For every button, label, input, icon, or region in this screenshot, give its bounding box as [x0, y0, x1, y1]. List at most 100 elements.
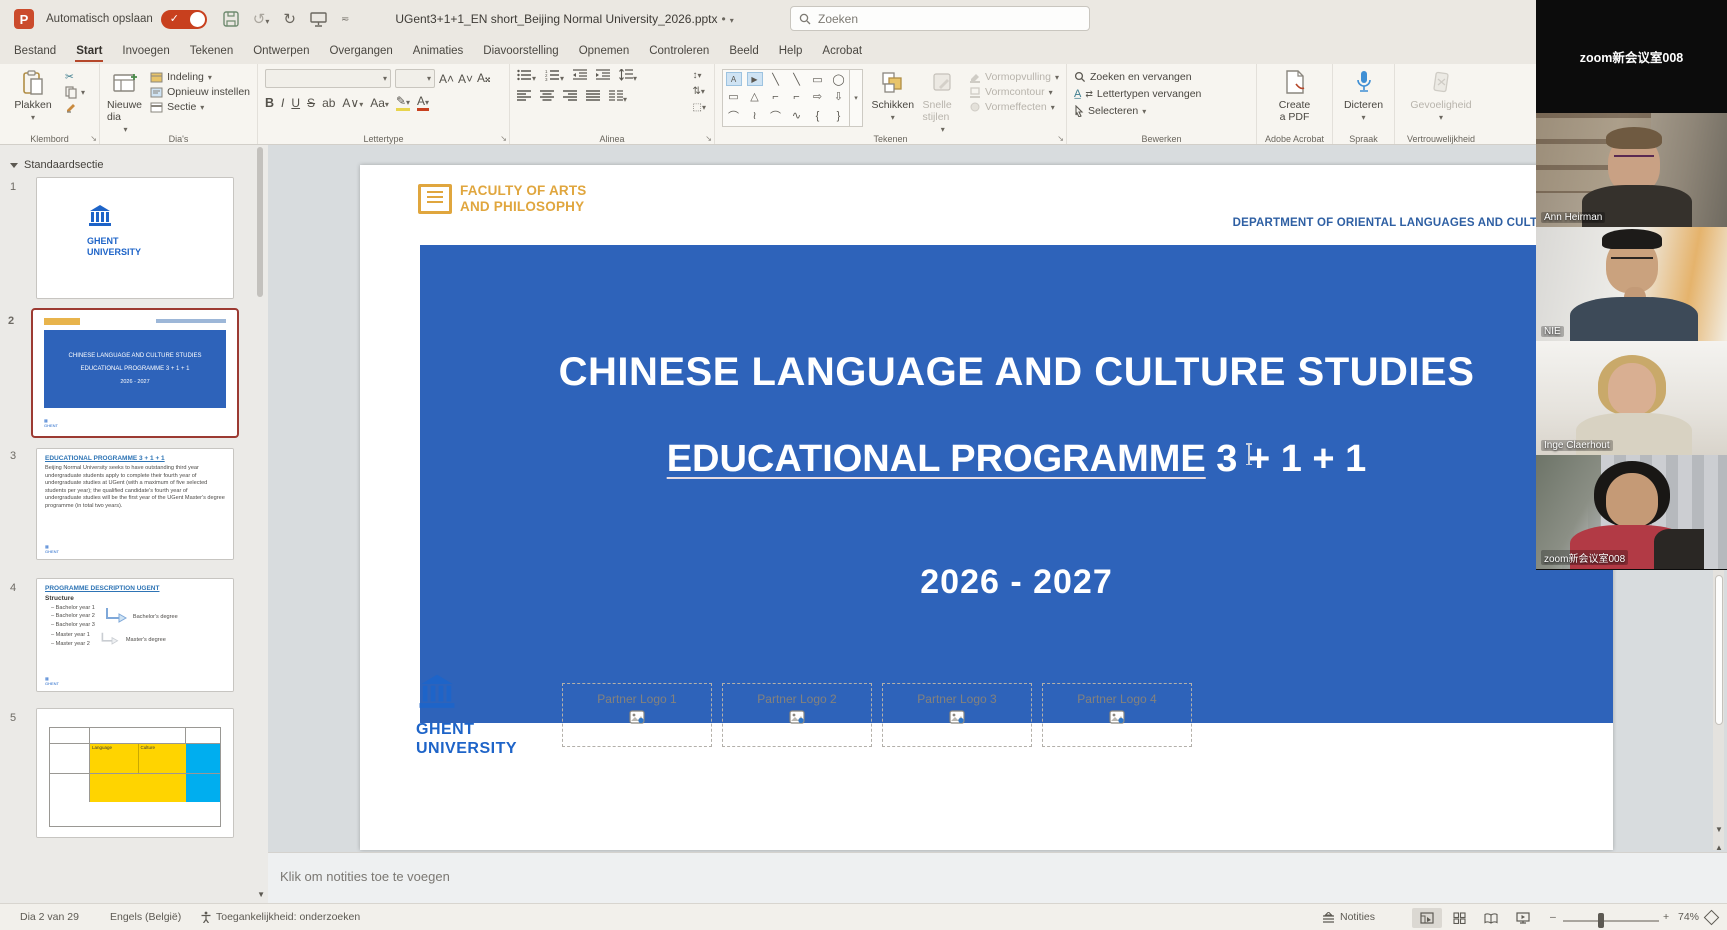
change-case-icon[interactable]: Aa▾ — [370, 96, 389, 110]
highlight-color-icon[interactable]: ✎▾ — [396, 94, 410, 111]
tab-overgangen[interactable]: Overgangen — [319, 40, 402, 62]
tab-start[interactable]: Start — [66, 40, 112, 62]
tekenen-dialog-launcher[interactable]: ↘ — [1057, 134, 1064, 143]
redo-icon[interactable]: ↻ — [283, 10, 296, 28]
replace-fonts-button[interactable]: A̲⇄Lettertypen vervangen — [1074, 88, 1201, 100]
copy-icon[interactable]: ▾ — [65, 86, 85, 99]
tab-acrobat[interactable]: Acrobat — [812, 40, 872, 62]
reading-view-button[interactable] — [1476, 908, 1506, 928]
grow-font-icon[interactable]: A˄ — [439, 72, 454, 86]
zoom-slider-thumb[interactable] — [1598, 913, 1604, 928]
lettertype-dialog-launcher[interactable]: ↘ — [500, 134, 507, 143]
text-direction-icon[interactable]: ↕▾ — [693, 70, 706, 81]
font-size-combo[interactable]: ▾ — [395, 69, 435, 88]
search-input[interactable]: Zoeken — [790, 6, 1090, 31]
participant-tile-room[interactable]: zoom新会议室008 — [1536, 0, 1727, 113]
start-slideshow-icon[interactable] — [310, 12, 327, 27]
tab-beeld[interactable]: Beeld — [719, 40, 768, 62]
font-color-icon[interactable]: A▾ — [417, 94, 429, 111]
select-button[interactable]: Selecteren▾ — [1074, 105, 1201, 117]
increase-indent-icon[interactable] — [596, 69, 610, 84]
slide-thumbnail-1[interactable]: GHENTUNIVERSITY — [36, 177, 234, 299]
slide-thumbnail-5[interactable]: Language Culture — [36, 708, 234, 838]
previous-slide-icon[interactable]: ▲ — [1712, 843, 1726, 852]
slide-thumbnail-2-selected[interactable]: CHINESE LANGUAGE AND CULTURE STUDIES EDU… — [31, 308, 239, 438]
shape-gallery[interactable]: A ▶ ╲╲▭◯ ▭△⌐⌐⇨⇩ ⌒≀⌒∿{} — [722, 69, 850, 127]
slide-canvas[interactable]: FACULTY OF ARTSAND PHILOSOPHY DEPARTMENT… — [360, 165, 1613, 850]
partner-logo-placeholder-1[interactable]: Partner Logo 1 — [562, 683, 712, 747]
sensitivity-button[interactable]: Gevoeligheid▾ — [1406, 69, 1476, 122]
shape-effects-button[interactable]: Vormeffecten▾ — [969, 101, 1059, 113]
normal-view-button[interactable] — [1412, 908, 1442, 928]
partner-logo-placeholder-4[interactable]: Partner Logo 4 — [1042, 683, 1192, 747]
numbering-icon[interactable]: 123▾ — [545, 69, 564, 84]
new-slide-button[interactable]: Nieuwe dia▾ — [107, 69, 144, 134]
zoom-slider[interactable] — [1563, 920, 1659, 922]
shape-outline-button[interactable]: Vormcontour▾ — [969, 86, 1059, 98]
line-spacing-icon[interactable]: ▾ — [619, 69, 637, 84]
tab-invoegen[interactable]: Invoegen — [112, 40, 179, 62]
arrange-button[interactable]: Schikken▾ — [869, 69, 917, 122]
tab-tekenen[interactable]: Tekenen — [180, 40, 243, 62]
language-indicator[interactable]: Engels (België) — [110, 911, 181, 923]
section-header[interactable]: Standaardsectie — [10, 159, 104, 171]
tab-ontwerpen[interactable]: Ontwerpen — [243, 40, 319, 62]
decrease-indent-icon[interactable] — [573, 69, 587, 84]
scrollbar-thumb[interactable] — [1715, 575, 1723, 725]
layout-button[interactable]: Indeling▾ — [150, 71, 250, 83]
underline-button[interactable]: U — [291, 96, 300, 110]
thumbnail-scroll-down-icon[interactable]: ▼ — [257, 890, 265, 899]
section-button[interactable]: Sectie▾ — [150, 101, 250, 113]
qat-more-icon[interactable]: ≂ — [341, 14, 349, 25]
zoom-in-button[interactable]: + — [1663, 911, 1669, 923]
alinea-dialog-launcher[interactable]: ↘ — [705, 134, 712, 143]
tab-opnemen[interactable]: Opnemen — [569, 40, 640, 62]
fit-slide-button[interactable] — [1706, 912, 1717, 926]
thumbnail-scrollbar[interactable] — [257, 147, 263, 297]
slide-sorter-view-button[interactable] — [1444, 908, 1474, 928]
shape-gallery-more[interactable]: ▾ — [850, 69, 863, 127]
shrink-font-icon[interactable]: A˅ — [458, 72, 473, 86]
cut-icon[interactable]: ✂ — [65, 71, 85, 83]
slide-title[interactable]: CHINESE LANGUAGE AND CULTURE STUDIES — [420, 350, 1613, 395]
columns-icon[interactable]: ▾ — [609, 90, 627, 105]
align-right-icon[interactable] — [563, 90, 577, 105]
find-replace-button[interactable]: Zoeken en vervangen — [1074, 71, 1201, 83]
paste-button[interactable]: Plakken▾ — [7, 69, 59, 122]
tab-help[interactable]: Help — [769, 40, 813, 62]
slideshow-view-button[interactable] — [1508, 908, 1538, 928]
save-icon[interactable] — [223, 11, 239, 27]
quick-styles-button[interactable]: Snelle stijlen▾ — [923, 69, 964, 134]
clear-formatting-icon[interactable]: A𝄪 — [477, 71, 490, 86]
notes-toggle-button[interactable]: Notities — [1322, 911, 1375, 923]
tab-animaties[interactable]: Animaties — [403, 40, 474, 62]
align-center-icon[interactable] — [540, 90, 554, 105]
notes-pane[interactable]: Klik om notities toe te voegen — [268, 852, 1727, 903]
undo-icon[interactable]: ↺▾ — [253, 10, 270, 28]
department-title[interactable]: DEPARTMENT OF ORIENTAL LANGUAGES AND CUL… — [910, 217, 1570, 229]
bold-button[interactable]: B — [265, 96, 274, 110]
accessibility-status[interactable]: Toegankelijkheid: onderzoeken — [216, 911, 360, 923]
tab-diavoorstelling[interactable]: Diavoorstelling — [473, 40, 568, 62]
partner-logo-placeholder-2[interactable]: Partner Logo 2 — [722, 683, 872, 747]
textbox-shape-icon[interactable]: A — [726, 72, 742, 86]
convert-smartart-icon[interactable]: ⬚▾ — [693, 102, 706, 113]
align-text-icon[interactable]: ⇅▾ — [693, 86, 706, 97]
font-name-combo[interactable]: ▾ — [265, 69, 391, 88]
dictate-button[interactable]: Dicteren▾ — [1340, 69, 1387, 122]
slide-years[interactable]: 2026 - 2027 — [420, 563, 1613, 602]
participant-tile-room2[interactable]: zoom新会议室008 — [1536, 455, 1727, 569]
document-title[interactable]: UGent3+1+1_EN short_Beijing Normal Unive… — [395, 12, 733, 26]
klembord-dialog-launcher[interactable]: ↘ — [90, 134, 97, 143]
zoom-level[interactable]: 74% — [1678, 911, 1699, 923]
align-left-icon[interactable] — [517, 90, 531, 105]
participant-tile-ann[interactable]: Ann Heirman — [1536, 113, 1727, 227]
scroll-down-icon[interactable]: ▼ — [1712, 825, 1726, 834]
tab-controleren[interactable]: Controleren — [639, 40, 719, 62]
slide-indicator[interactable]: Dia 2 van 29 — [20, 911, 79, 923]
bullets-icon[interactable]: ▾ — [517, 69, 536, 84]
slide-thumbnail-4[interactable]: PROGRAMME DESCRIPTION UGENT Structure – … — [36, 578, 234, 692]
slide-subtitle[interactable]: EDUCATIONAL PROGRAMME 3 + 1 + 1 — [420, 438, 1613, 481]
character-spacing-icon[interactable]: A∨▾ — [342, 96, 363, 110]
justify-icon[interactable] — [586, 90, 600, 105]
